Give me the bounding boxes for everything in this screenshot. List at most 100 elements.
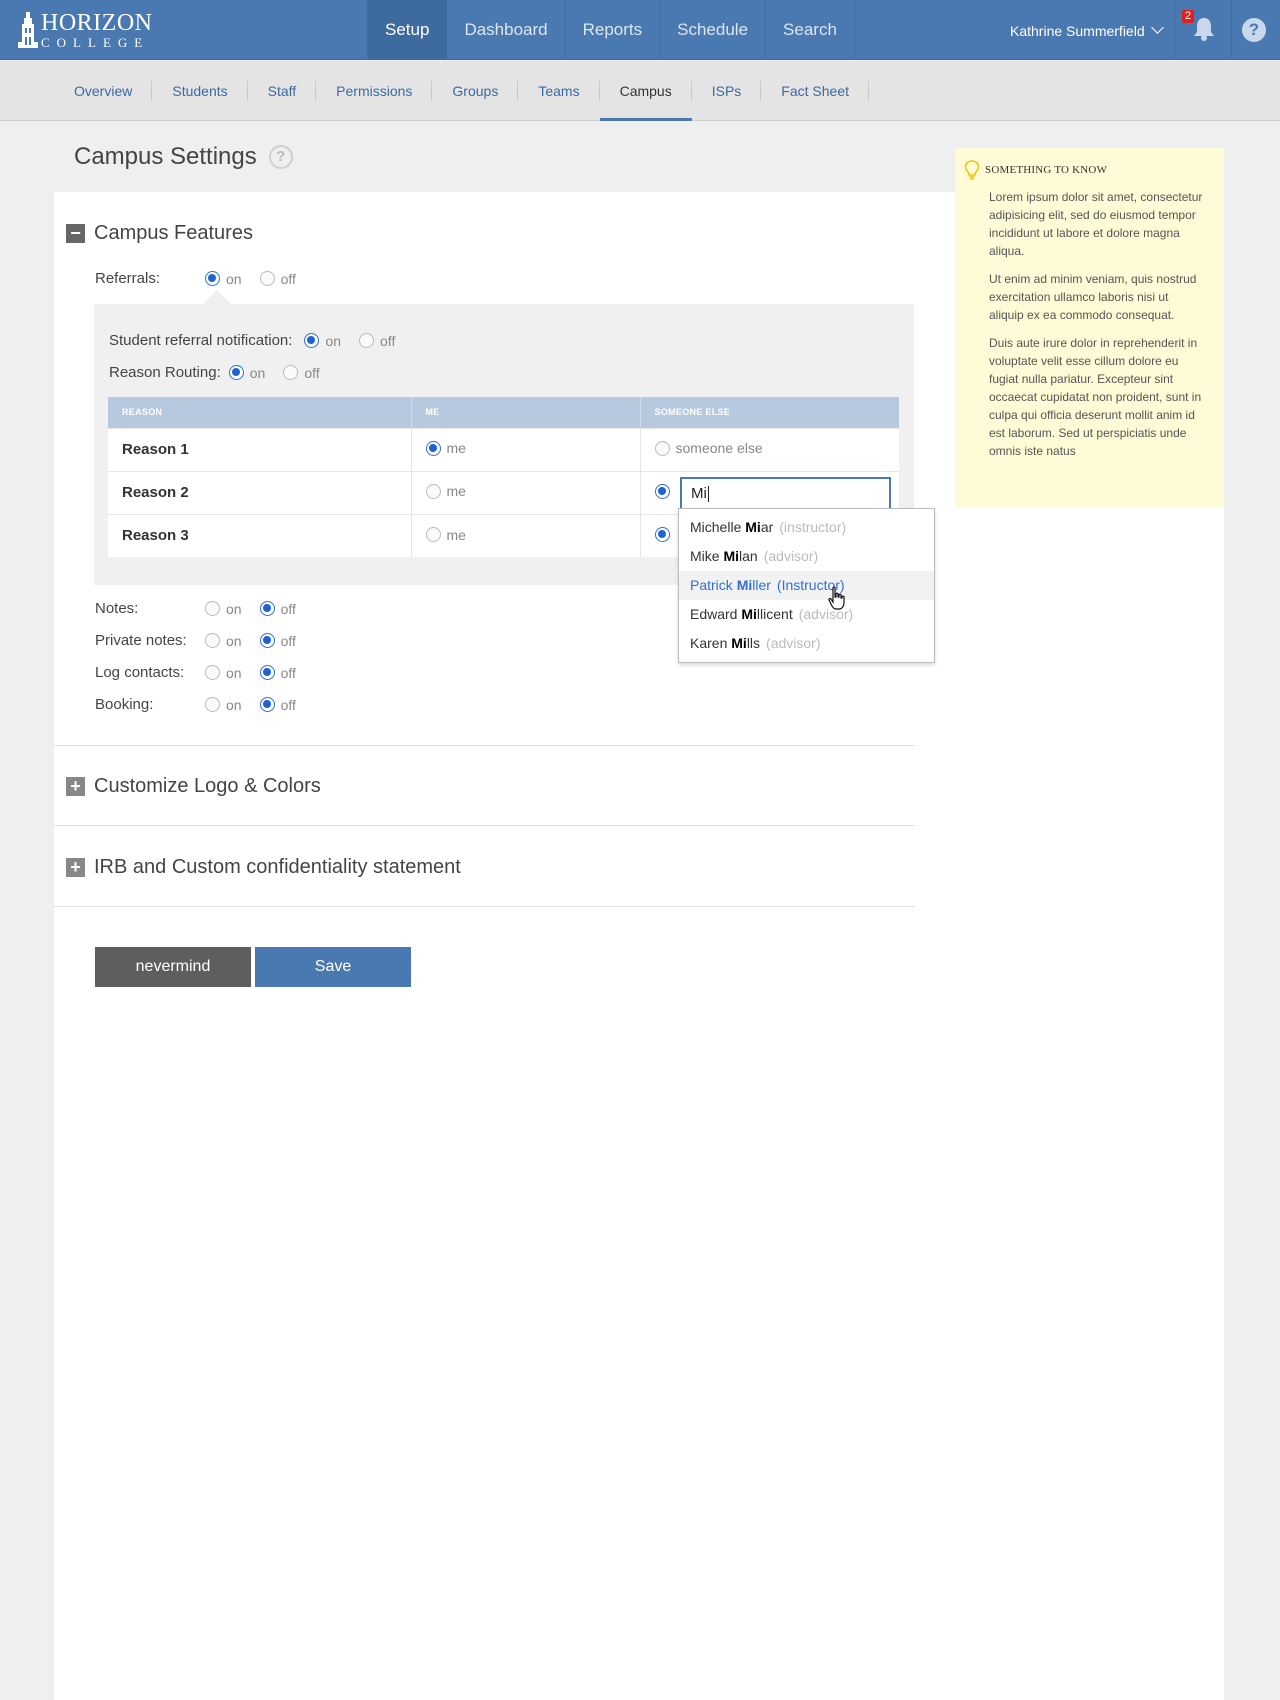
reason-routing-setting: Reason Routing: on off (109, 364, 338, 381)
user-name: Kathrine Summerfield (1010, 23, 1145, 39)
suggestion-item-hovered[interactable]: Patrick Miller (Instructor) (679, 571, 934, 600)
logo-subname: COLLEGE (41, 35, 150, 50)
column-header: REASON (108, 397, 411, 428)
tip-heading: SOMETHING TO KNOW (964, 160, 1107, 180)
user-menu[interactable]: Kathrine Summerfield (1010, 0, 1164, 60)
notification-on-radio[interactable]: on (304, 333, 341, 349)
route-me-radio[interactable]: me (425, 527, 466, 543)
tip-paragraph: Lorem ipsum dolor sit amet, consectetur … (989, 190, 1203, 258)
notes-on-radio[interactable]: on (205, 601, 242, 617)
autocomplete-dropdown: Michelle Miar (instructor) Mike Milan (adv… (678, 508, 935, 663)
route-someone-else-radio[interactable]: someone else (654, 440, 763, 456)
referrals-on-radio[interactable]: on (205, 271, 242, 287)
chevron-down-icon (1150, 21, 1164, 34)
log-contacts-off-radio[interactable]: off (259, 665, 296, 681)
nav-schedule[interactable]: Schedule (659, 0, 765, 60)
private-notes-on-radio[interactable]: on (205, 633, 242, 649)
setting-label: Referrals: (95, 270, 161, 287)
logo-colors-header[interactable]: + Customize Logo & Colors (66, 775, 321, 798)
tab-isps[interactable]: ISPs (692, 61, 762, 121)
page-title: Campus Settings ? (74, 143, 293, 171)
setting-label: Student referral notification: (109, 332, 293, 349)
route-me-radio[interactable]: me (425, 440, 466, 456)
nav-reports[interactable]: Reports (564, 0, 660, 60)
tab-overview[interactable]: Overview (54, 61, 153, 121)
nav-search[interactable]: Search (765, 0, 855, 60)
notifications-button[interactable]: 2 (1174, 0, 1232, 60)
hand-cursor-icon (828, 586, 845, 610)
log-contacts-on-radio[interactable]: on (205, 665, 242, 681)
text-cursor (707, 486, 709, 503)
setting-label: Reason Routing: (109, 364, 221, 381)
setting-label: Log contacts: (95, 664, 185, 681)
booking-setting: Booking: on off (95, 696, 314, 713)
page-title-text: Campus Settings (74, 143, 257, 170)
reason-name: Reason 2 (108, 470, 411, 514)
section-title: Campus Features (94, 222, 253, 244)
collapse-icon[interactable]: − (66, 224, 85, 243)
college-logo[interactable]: HORIZON COLLEGE (18, 10, 153, 50)
search-input-value: Mi (691, 485, 707, 502)
bell-icon (1194, 18, 1214, 41)
campus-features-header[interactable]: − Campus Features (66, 222, 253, 245)
tab-students[interactable]: Students (152, 61, 248, 121)
divider (54, 825, 915, 826)
someone-else-search-input[interactable]: Mi (680, 477, 891, 510)
main-nav: Setup Dashboard Reports Schedule Search (367, 0, 855, 60)
tab-staff[interactable]: Staff (248, 61, 317, 121)
suggestion-item[interactable]: Mike Milan (advisor) (679, 542, 934, 571)
tip-paragraph: Ut enim ad minim veniam, quis nostrud ex… (989, 272, 1197, 322)
column-header: ME (410, 397, 640, 428)
tower-logo-icon (18, 12, 38, 48)
private-notes-off-radio[interactable]: off (259, 633, 296, 649)
section-title: Customize Logo & Colors (94, 775, 321, 797)
setting-label: Notes: (95, 600, 139, 617)
tip-panel: SOMETHING TO KNOW Lorem ipsum dolor sit … (955, 148, 1224, 508)
nav-setup[interactable]: Setup (367, 0, 447, 60)
suggestion-item[interactable]: Michelle Miar (instructor) (679, 513, 934, 542)
expand-icon[interactable]: + (66, 777, 85, 796)
tab-campus[interactable]: Campus (599, 61, 692, 121)
referrals-setting: Referrals: on off (95, 270, 314, 287)
tip-body: Lorem ipsum dolor sit amet, consectetur … (989, 188, 1204, 470)
tab-fact-sheet[interactable]: Fact Sheet (761, 61, 869, 121)
notes-off-radio[interactable]: off (259, 601, 296, 617)
setting-label: Booking: (95, 696, 154, 713)
irb-statement-header[interactable]: + IRB and Custom confidentiality stateme… (66, 856, 461, 879)
reason-name: Reason 1 (108, 427, 411, 471)
column-header: SOMEONE ELSE (639, 397, 899, 428)
route-someone-else-radio[interactable] (654, 526, 676, 542)
divider (54, 906, 915, 907)
sub-nav: Overview Students Staff Permissions Grou… (0, 61, 1280, 121)
suggestion-item[interactable]: Karen Mills (advisor) (679, 629, 934, 658)
notes-setting: Notes: on off (95, 600, 314, 617)
tab-groups[interactable]: Groups (432, 61, 519, 121)
disclosure-caret (202, 290, 232, 305)
route-me-radio[interactable]: me (425, 483, 466, 499)
routing-on-radio[interactable]: on (228, 365, 265, 381)
expand-icon[interactable]: + (66, 858, 85, 877)
student-referral-notification-setting: Student referral notification: on off (109, 332, 413, 349)
section-title: IRB and Custom confidentiality statement (94, 856, 461, 878)
top-bar: HORIZON COLLEGE Setup Dashboard Reports … (0, 0, 1280, 60)
routing-off-radio[interactable]: off (283, 365, 320, 381)
log-contacts-setting: Log contacts: on off (95, 664, 314, 681)
table-row: Reason 1 me someone else (108, 427, 899, 471)
help-icon[interactable]: ? (1242, 18, 1266, 42)
nevermind-button[interactable]: nevermind (95, 947, 251, 987)
lightbulb-icon (964, 160, 980, 180)
referrals-off-radio[interactable]: off (259, 271, 296, 287)
suggestion-item[interactable]: Edward Millicent (advisor) (679, 600, 934, 629)
route-someone-else-radio[interactable] (654, 483, 676, 499)
notification-off-radio[interactable]: off (359, 333, 395, 349)
save-button[interactable]: Save (255, 947, 411, 987)
nav-dashboard[interactable]: Dashboard (446, 0, 564, 60)
booking-on-radio[interactable]: on (205, 697, 242, 713)
divider (54, 745, 915, 746)
tip-paragraph: Duis aute irure dolor in reprehenderit i… (989, 336, 1202, 458)
tab-teams[interactable]: Teams (518, 61, 600, 121)
setting-label: Private notes: (95, 632, 187, 649)
tab-permissions[interactable]: Permissions (316, 61, 433, 121)
booking-off-radio[interactable]: off (259, 697, 296, 713)
help-circle-icon[interactable]: ? (268, 145, 293, 169)
